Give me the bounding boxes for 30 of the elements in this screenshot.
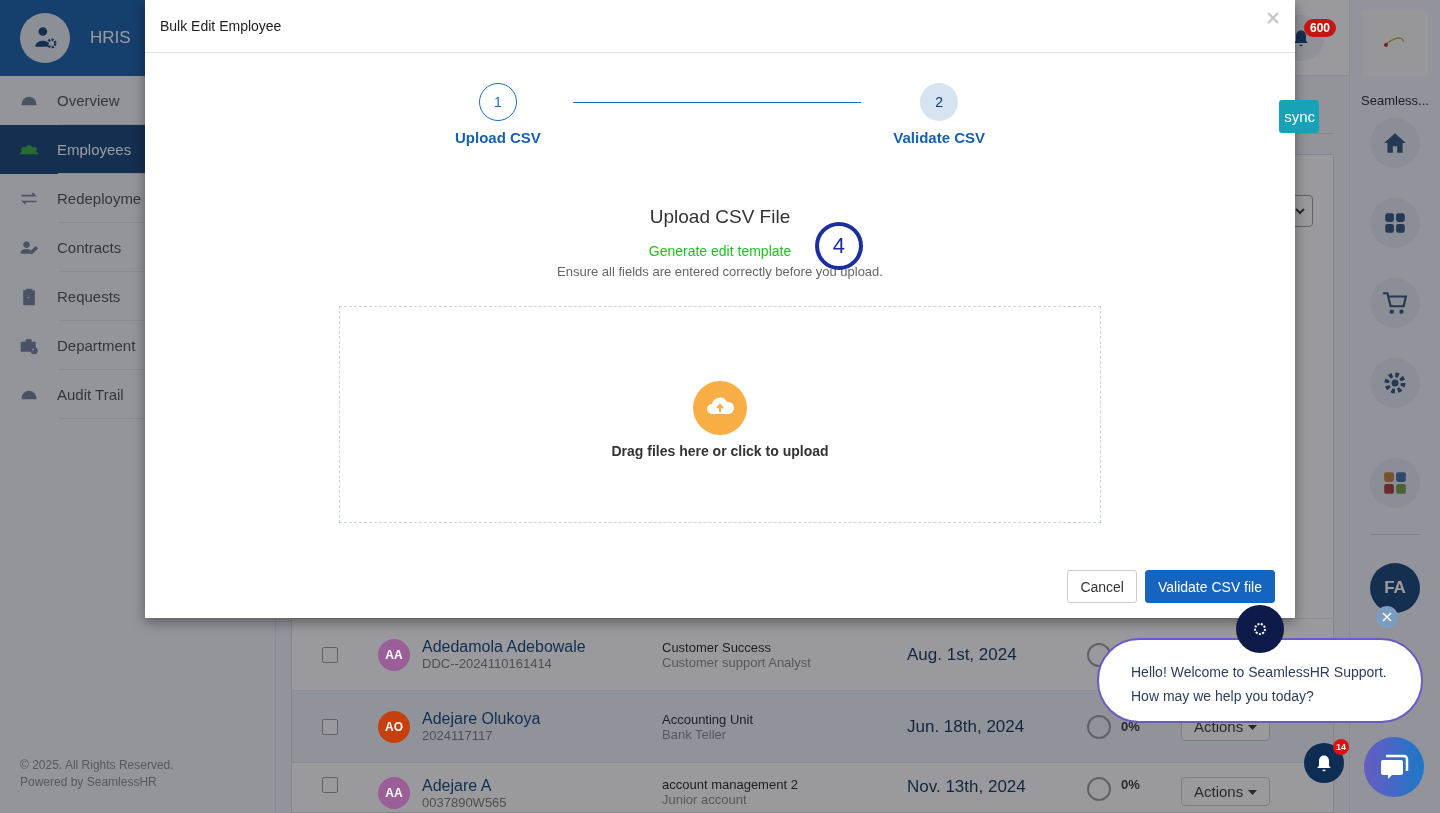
role-text: Customer support Analyst (662, 654, 812, 670)
employee-id: 2024117117 (422, 728, 494, 743)
role-text: Bank Teller (662, 726, 728, 742)
footer-text: © 2025. All Rights Reserved. (20, 757, 175, 774)
avatar-initials: AA (378, 777, 410, 809)
avatar-initials: AO (378, 710, 410, 743)
app-title: HRIS (90, 28, 131, 48)
department-text: Accounting Unit (662, 711, 755, 727)
step-label: Upload CSV (455, 129, 541, 146)
department-text: Customer Success (662, 639, 773, 655)
date-text: Jun. 18th, 2024 (907, 716, 1026, 737)
date-text: Nov. 13th, 2024 (907, 777, 1027, 797)
date-text: Aug. 1st, 2024 (907, 644, 1018, 665)
role-text: Junior account (662, 792, 748, 807)
upload-heading: Upload CSV File (649, 206, 791, 228)
employee-id: 0037890W565 (422, 795, 508, 810)
employee-id: DDC--2024110161414 (422, 656, 553, 671)
department-text: account management 2 (662, 777, 799, 792)
step-number: 1 (478, 83, 517, 121)
dialog-title: Bulk Edit Employee (160, 18, 282, 34)
avatar-initials: AA (378, 638, 410, 671)
chat-greeting-toast: Hello! Welcome to SeamlessHR Support. How may we help you today? (1097, 638, 1423, 723)
step-number: 2 (920, 83, 959, 121)
footer-text: Powered by SeamlessHR (20, 774, 158, 791)
company-name: Seamless... (1361, 93, 1429, 108)
dropzone-text: Drag files here or click to upload (611, 442, 829, 459)
notification-count: 14 (1333, 739, 1349, 755)
notification-count: 600 (1304, 18, 1337, 37)
progress-text: 0% (1121, 777, 1141, 792)
step-label: Validate CSV (893, 129, 985, 146)
